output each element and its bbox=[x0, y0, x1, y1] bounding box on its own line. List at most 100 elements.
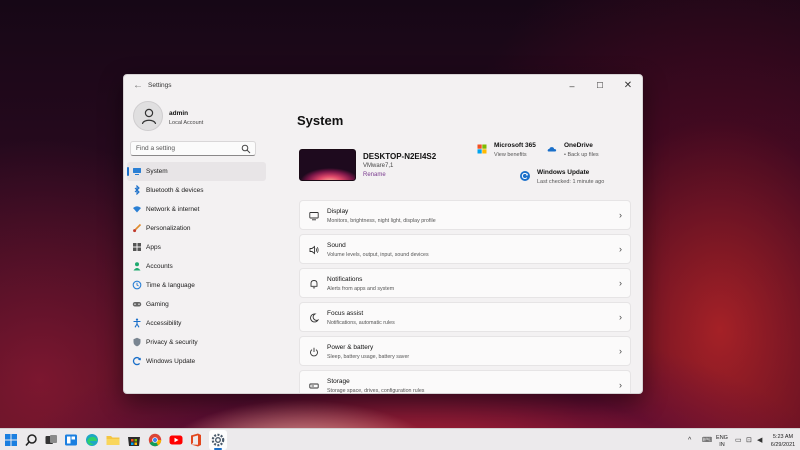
card-title: Display bbox=[327, 208, 349, 215]
windows-update-tile[interactable]: Windows Update Last checked: 1 minute ag… bbox=[520, 169, 635, 189]
microsoft-365-tile[interactable]: Microsoft 365 View benefits bbox=[477, 142, 543, 162]
sidebar-item-privacy[interactable]: Privacy & security bbox=[127, 333, 266, 352]
sound-card[interactable]: Sound Volume levels, output, input, soun… bbox=[299, 234, 631, 264]
search-icon bbox=[241, 144, 251, 154]
gamepad-icon bbox=[132, 299, 142, 309]
display-card[interactable]: Display Monitors, brightness, night ligh… bbox=[299, 200, 631, 230]
search-input[interactable]: Find a setting bbox=[130, 141, 256, 156]
card-title: Notifications bbox=[327, 276, 363, 283]
onedrive-icon bbox=[547, 147, 557, 152]
sidebar-item-label: Personalization bbox=[146, 224, 191, 232]
sidebar-item-label: Apps bbox=[146, 243, 161, 251]
sidebar-item-time-language[interactable]: Time & language bbox=[127, 276, 266, 295]
taskbar: ^ ⌨ ENG IN ▭ ⊡ ◀ 5:23 AM 6/29/2021 bbox=[0, 428, 800, 450]
power-icon bbox=[310, 347, 318, 357]
sidebar-item-label: Network & internet bbox=[146, 205, 200, 213]
globe-clock-icon bbox=[132, 280, 142, 290]
card-subtitle: Storage space, drives, configuration rul… bbox=[327, 388, 425, 394]
chevron-right-icon: › bbox=[619, 312, 622, 322]
chevron-right-icon: › bbox=[619, 346, 622, 356]
close-icon[interactable]: ✕ bbox=[614, 75, 642, 97]
brush-icon bbox=[132, 223, 142, 233]
settings-cards: Display Monitors, brightness, night ligh… bbox=[299, 200, 631, 394]
chevron-right-icon: › bbox=[619, 278, 622, 288]
rename-link[interactable]: Rename bbox=[363, 172, 386, 178]
maximize-icon[interactable]: ☐ bbox=[586, 75, 614, 97]
service-subtitle: • Back up files bbox=[564, 152, 599, 158]
sidebar-item-label: Accessibility bbox=[146, 319, 182, 327]
volume-icon[interactable]: ◀ bbox=[757, 437, 762, 444]
youtube-icon[interactable] bbox=[168, 432, 184, 448]
user-name: admin bbox=[169, 110, 189, 117]
start-icon[interactable] bbox=[3, 432, 19, 448]
windows-update-icon bbox=[520, 171, 530, 181]
display-icon bbox=[309, 212, 319, 221]
sidebar-item-accessibility[interactable]: Accessibility bbox=[127, 314, 266, 333]
sidebar-item-label: Bluetooth & devices bbox=[146, 186, 204, 194]
microsoft-365-icon bbox=[477, 144, 487, 154]
accessibility-icon bbox=[132, 318, 142, 328]
sidebar-item-windows-update[interactable]: Windows Update bbox=[127, 352, 266, 371]
office-icon[interactable] bbox=[188, 432, 204, 448]
sidebar-item-gaming[interactable]: Gaming bbox=[127, 295, 266, 314]
language-indicator[interactable]: ENG bbox=[714, 435, 730, 441]
power-battery-card[interactable]: Power & battery Sleep, battery usage, ba… bbox=[299, 336, 631, 366]
person-icon bbox=[141, 108, 157, 125]
card-title: Focus assist bbox=[327, 310, 364, 317]
card-subtitle: Notifications, automatic rules bbox=[327, 320, 395, 326]
service-title: Windows Update bbox=[537, 169, 590, 176]
card-title: Storage bbox=[327, 378, 350, 385]
minimize-icon[interactable]: – bbox=[558, 75, 586, 97]
sidebar-item-label: Accounts bbox=[146, 262, 173, 270]
settings-icon[interactable] bbox=[210, 432, 226, 448]
title-bar: ← Settings – ☐ ✕ bbox=[124, 75, 642, 97]
sidebar-item-label: Gaming bbox=[146, 300, 169, 308]
sidebar-item-accounts[interactable]: Accounts bbox=[127, 257, 266, 276]
widgets-icon[interactable] bbox=[63, 432, 79, 448]
device-thumbnail bbox=[299, 149, 356, 181]
search-icon[interactable] bbox=[23, 432, 39, 448]
back-arrow-icon[interactable]: ← bbox=[130, 78, 146, 94]
device-model: VMware7,1 bbox=[363, 163, 394, 169]
sidebar-item-system[interactable]: System bbox=[127, 162, 266, 181]
chrome-icon[interactable] bbox=[147, 432, 163, 448]
apps-icon bbox=[132, 242, 142, 252]
service-title: OneDrive bbox=[564, 142, 593, 149]
chevron-up-icon[interactable]: ^ bbox=[688, 437, 691, 444]
sidebar-item-label: Privacy & security bbox=[146, 338, 198, 346]
focus-assist-card[interactable]: Focus assist Notifications, automatic ru… bbox=[299, 302, 631, 332]
region-indicator[interactable]: IN bbox=[714, 442, 730, 448]
bell-icon bbox=[310, 280, 318, 289]
moon-icon bbox=[310, 313, 319, 323]
sidebar-item-apps[interactable]: Apps bbox=[127, 238, 266, 257]
storage-card[interactable]: Storage Storage space, drives, configura… bbox=[299, 370, 631, 394]
main-pane: System DESKTOP-N2EI4S2 VMware7,1 Rename … bbox=[269, 97, 642, 394]
sidebar-item-network[interactable]: Network & internet bbox=[127, 200, 266, 219]
page-title: System bbox=[297, 113, 344, 128]
sidebar-item-personalization[interactable]: Personalization bbox=[127, 219, 266, 238]
edge-icon[interactable] bbox=[84, 432, 100, 448]
store-icon[interactable] bbox=[126, 432, 142, 448]
service-subtitle: View benefits bbox=[494, 152, 527, 158]
user-account[interactable]: admin Local Account bbox=[133, 101, 263, 133]
system-icon bbox=[132, 166, 142, 176]
display-mode-icon[interactable]: ▭ bbox=[735, 437, 742, 444]
user-account-type: Local Account bbox=[169, 120, 204, 126]
onedrive-tile[interactable]: OneDrive • Back up files bbox=[547, 142, 629, 162]
speaker-icon bbox=[309, 245, 319, 255]
card-title: Sound bbox=[327, 242, 346, 249]
file-explorer-icon[interactable] bbox=[105, 432, 121, 448]
sidebar-item-label: Time & language bbox=[146, 281, 195, 289]
wifi-icon bbox=[132, 204, 142, 214]
clock-time[interactable]: 5:23 AM bbox=[766, 434, 800, 440]
sidebar-nav: System Bluetooth & devices Network & int… bbox=[124, 162, 269, 371]
notifications-card[interactable]: Notifications Alerts from apps and syste… bbox=[299, 268, 631, 298]
chevron-right-icon: › bbox=[619, 244, 622, 254]
sidebar-item-bluetooth[interactable]: Bluetooth & devices bbox=[127, 181, 266, 200]
card-subtitle: Sleep, battery usage, battery saver bbox=[327, 354, 410, 360]
card-subtitle: Alerts from apps and system bbox=[327, 286, 395, 292]
keyboard-icon[interactable]: ⌨ bbox=[702, 437, 712, 444]
clock-date[interactable]: 6/29/2021 bbox=[766, 442, 800, 448]
network-icon[interactable]: ⊡ bbox=[746, 437, 752, 444]
task-view-icon[interactable] bbox=[43, 432, 59, 448]
